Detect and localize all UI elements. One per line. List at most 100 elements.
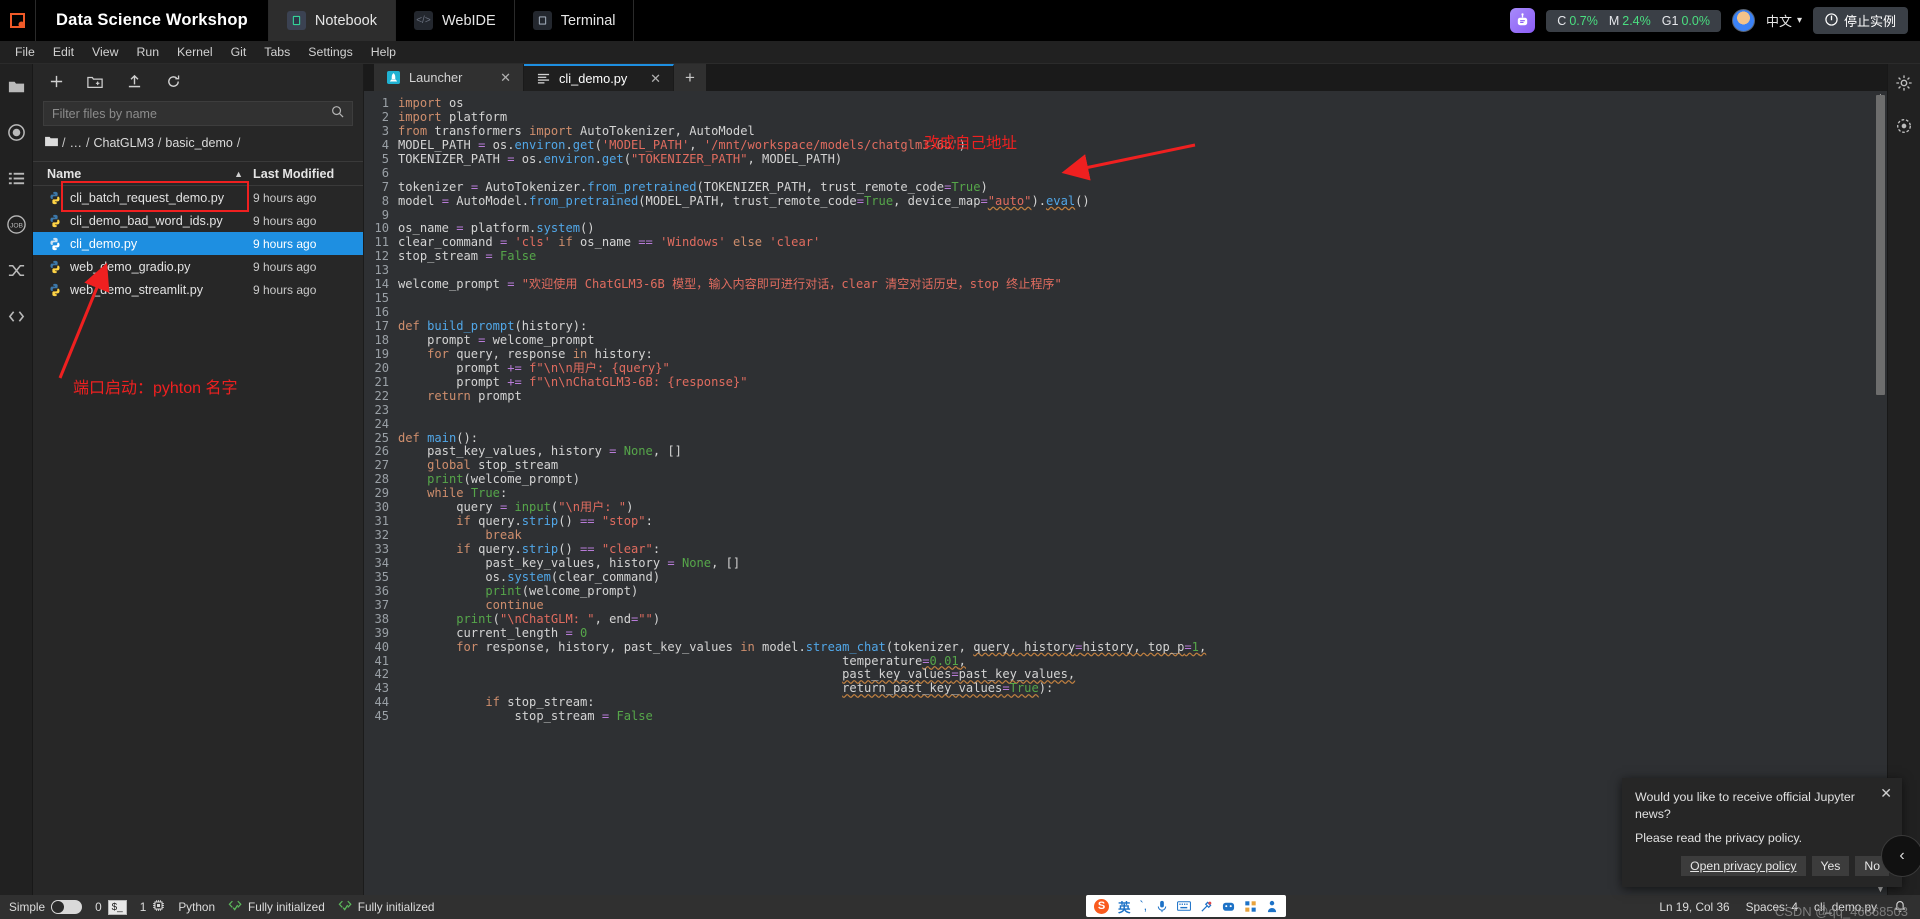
tool-icon[interactable] <box>1200 900 1213 913</box>
code-line-text[interactable]: tokenizer = AutoTokenizer.from_pretraine… <box>398 181 1887 195</box>
code-line-text[interactable]: print("\nChatGLM: ", end="") <box>398 613 1887 627</box>
keyboard-icon[interactable] <box>1177 900 1191 912</box>
code-line-text[interactable]: for query, response in history: <box>398 348 1887 362</box>
apps-icon[interactable] <box>1244 900 1257 913</box>
language-selector[interactable]: 中文 ▾ <box>1766 11 1802 30</box>
list-item[interactable]: cli_demo_bad_word_ids.py 9 hours ago <box>33 209 363 232</box>
code-line-text[interactable]: import os <box>398 97 1887 111</box>
code-line-text[interactable]: query = input("\n用户: ") <box>398 501 1887 515</box>
code-line-text[interactable]: return prompt <box>398 390 1887 404</box>
code-line-text[interactable]: if query.strip() == "stop": <box>398 515 1887 529</box>
code-line-text[interactable]: welcome_prompt = "欢迎使用 ChatGLM3-6B 模型，输入… <box>398 278 1887 292</box>
yes-button[interactable]: Yes <box>1812 856 1850 876</box>
code-line-text[interactable]: continue <box>398 599 1887 613</box>
code-line-text[interactable]: for response, history, past_key_values i… <box>398 641 1887 655</box>
kernel-name[interactable]: Python <box>178 900 215 914</box>
code-line-text[interactable] <box>398 306 1887 320</box>
code-line-text[interactable]: TOKENIZER_PATH = os.environ.get("TOKENIZ… <box>398 153 1887 167</box>
code-line-text[interactable]: def main(): <box>398 432 1887 446</box>
shuffle-icon[interactable] <box>4 258 28 282</box>
ime-punctuation-icon[interactable]: `, <box>1140 899 1148 913</box>
code-line-text[interactable]: return_past_key_values=True): <box>398 682 1887 696</box>
file-filter-box[interactable] <box>43 101 353 126</box>
menu-tabs[interactable]: Tabs <box>255 43 299 61</box>
code-line-text[interactable] <box>398 167 1887 181</box>
user-avatar[interactable] <box>1732 9 1755 32</box>
code-line-text[interactable]: import platform <box>398 111 1887 125</box>
menu-help[interactable]: Help <box>362 43 405 61</box>
simple-mode-toggle[interactable]: Simple <box>9 900 82 914</box>
list-item[interactable]: web_demo_streamlit.py 9 hours ago <box>33 278 363 301</box>
code-line-text[interactable]: clear_command = 'cls' if os_name == 'Win… <box>398 236 1887 250</box>
close-icon[interactable]: ✕ <box>1880 785 1892 802</box>
code-line-text[interactable]: os_name = platform.system() <box>398 222 1887 236</box>
close-icon[interactable]: ✕ <box>650 71 661 87</box>
menu-file[interactable]: File <box>6 43 44 61</box>
code-line-text[interactable] <box>398 292 1887 306</box>
code-line-text[interactable]: MODEL_PATH = os.environ.get('MODEL_PATH'… <box>398 139 1887 153</box>
stop-instance-button[interactable]: 停止实例 <box>1813 7 1908 34</box>
emoji-icon[interactable] <box>1222 900 1235 913</box>
new-folder-icon[interactable] <box>86 73 104 91</box>
code-line-text[interactable]: if query.strip() == "clear": <box>398 543 1887 557</box>
code-line-text[interactable]: if stop_stream: <box>398 696 1887 710</box>
menu-kernel[interactable]: Kernel <box>168 43 222 61</box>
gear-icon[interactable] <box>1895 74 1913 97</box>
list-item[interactable]: cli_batch_request_demo.py 9 hours ago <box>33 186 363 209</box>
open-privacy-policy-button[interactable]: Open privacy policy <box>1681 856 1805 876</box>
kernel-count[interactable]: 1 <box>140 899 166 915</box>
refresh-icon[interactable] <box>164 73 182 91</box>
folder-icon[interactable] <box>45 136 58 150</box>
terminal-count[interactable]: 0 $_ <box>95 900 127 915</box>
folder-icon[interactable] <box>4 74 28 98</box>
code-line-text[interactable]: current_length = 0 <box>398 627 1887 641</box>
code-line-text[interactable]: def build_prompt(history): <box>398 320 1887 334</box>
running-icon[interactable] <box>4 120 28 144</box>
sogou-logo-icon[interactable]: S <box>1094 899 1109 914</box>
code-line-text[interactable]: temperature=0.01, <box>398 655 1887 669</box>
ime-toolbar[interactable]: S 英 `, <box>1086 895 1286 917</box>
workshop-logo-icon[interactable] <box>0 0 36 41</box>
breadcrumb-ellipsis[interactable]: … <box>69 136 82 150</box>
code-line-text[interactable] <box>398 404 1887 418</box>
search-input[interactable] <box>52 107 331 121</box>
list-icon[interactable] <box>4 166 28 190</box>
settings-icon[interactable] <box>1895 117 1913 140</box>
code-line-text[interactable]: stop_stream = False <box>398 250 1887 264</box>
app-tab-notebook[interactable]: Notebook <box>269 0 396 41</box>
list-item[interactable]: web_demo_gradio.py 9 hours ago <box>33 255 363 278</box>
menu-settings[interactable]: Settings <box>299 43 361 61</box>
code-line-text[interactable] <box>398 418 1887 432</box>
code-line-text[interactable]: stop_stream = False <box>398 710 1887 724</box>
code-line-text[interactable] <box>398 209 1887 223</box>
code-line-text[interactable]: print(welcome_prompt) <box>398 473 1887 487</box>
scrollbar-thumb[interactable] <box>1876 95 1885 395</box>
code-line-text[interactable]: past_key_values=past_key_values, <box>398 668 1887 682</box>
toggle-switch[interactable] <box>51 900 82 914</box>
breadcrumb-basic-demo[interactable]: basic_demo <box>165 136 232 150</box>
plus-icon[interactable] <box>47 73 65 91</box>
collapse-panel-button[interactable]: ‹ <box>1881 835 1920 877</box>
code-line-text[interactable]: from transformers import AutoTokenizer, … <box>398 125 1887 139</box>
code-line-text[interactable]: prompt = welcome_prompt <box>398 334 1887 348</box>
ime-language-toggle[interactable]: 英 <box>1118 897 1131 916</box>
code-line-text[interactable]: os.system(clear_command) <box>398 571 1887 585</box>
cursor-position[interactable]: Ln 19, Col 36 <box>1659 900 1729 914</box>
code-line-text[interactable]: past_key_values, history = None, [] <box>398 445 1887 459</box>
app-tab-webide[interactable]: </> WebIDE <box>396 0 515 41</box>
menu-view[interactable]: View <box>83 43 127 61</box>
breadcrumb-chatglm3[interactable]: ChatGLM3 <box>93 136 153 150</box>
code-line-text[interactable]: prompt += f"\n\nChatGLM3-6B: {response}" <box>398 376 1887 390</box>
job-icon[interactable]: JOB <box>4 212 28 236</box>
column-name[interactable]: Name ▲ <box>47 167 253 181</box>
code-line-text[interactable]: past_key_values, history = None, [] <box>398 557 1887 571</box>
code-editor[interactable]: 1import os2import platform3from transfor… <box>364 91 1887 895</box>
mic-icon[interactable] <box>1156 900 1168 913</box>
app-tab-terminal[interactable]: Terminal <box>515 0 635 41</box>
person-icon[interactable] <box>1266 900 1278 913</box>
code-line-text[interactable]: global stop_stream <box>398 459 1887 473</box>
code-line-text[interactable]: model = AutoModel.from_pretrained(MODEL_… <box>398 195 1887 209</box>
upload-icon[interactable] <box>125 73 143 91</box>
ai-assistant-icon[interactable] <box>1510 8 1535 33</box>
tab-cli-demo-py[interactable]: cli_demo.py ✕ <box>524 64 674 91</box>
